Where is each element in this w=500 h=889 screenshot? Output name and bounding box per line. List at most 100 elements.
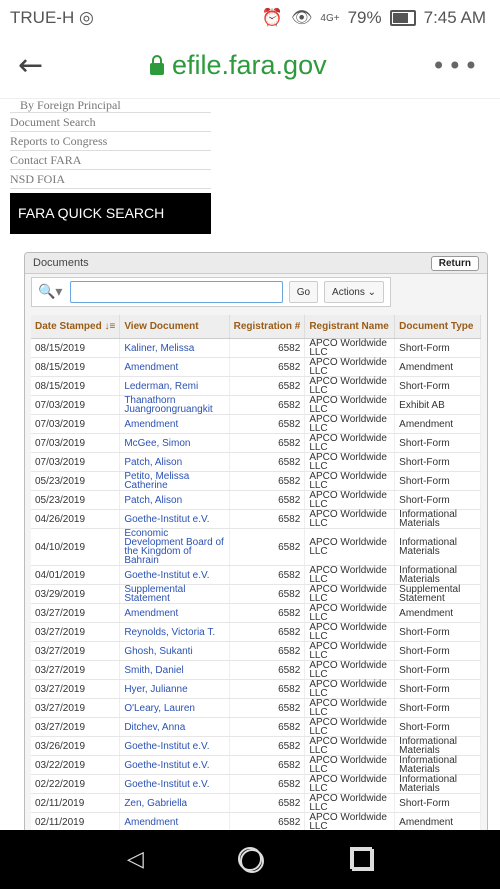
status-icons: ⏰ 👁 4G+ 79% 7:45 AM xyxy=(262,8,486,28)
view-document[interactable]: Petito, Melissa Catherine xyxy=(119,471,230,491)
url-display[interactable]: efile.fara.gov xyxy=(150,50,327,81)
more-icon[interactable]: ••• xyxy=(432,52,480,80)
registrant-name: APCO Worldwide LLC xyxy=(304,433,396,453)
view-document[interactable]: Amendment xyxy=(119,357,230,377)
table-row: 08/15/2019 Lederman, Remi 6582 APCO Worldwi… xyxy=(31,376,481,396)
column-view-document[interactable]: View Document xyxy=(119,315,230,339)
date-stamped: 03/27/2019 xyxy=(31,698,121,718)
view-document[interactable]: Ghosh, Sukanti xyxy=(119,641,230,661)
document-type: Short-Form xyxy=(394,793,481,813)
registration-number: 6582 xyxy=(229,509,306,529)
date-stamped: 05/23/2019 xyxy=(31,471,121,491)
column-registration[interactable]: Registration # xyxy=(229,315,306,339)
battery-icon xyxy=(389,10,416,26)
view-document[interactable]: Kaliner, Melissa xyxy=(119,338,230,358)
document-type: Short-Form xyxy=(394,471,481,491)
table-row: 07/03/2019 Thanathorn Juangroongruangkit 6… xyxy=(31,395,481,415)
registrant-name: APCO Worldwide LLC xyxy=(304,603,396,623)
view-document[interactable]: Smith, Daniel xyxy=(119,660,230,680)
documents-table: Date Stamped ↓≡ View Document Registrati… xyxy=(31,315,481,851)
view-document[interactable]: Patch, Alison xyxy=(119,452,230,472)
registration-number: 6582 xyxy=(229,622,306,642)
date-stamped: 03/27/2019 xyxy=(31,603,121,623)
view-document[interactable]: Amendment xyxy=(119,414,230,434)
view-document[interactable]: Goethe-Institut e.V. xyxy=(119,774,230,794)
column-document-type[interactable]: Document Type xyxy=(394,315,481,339)
document-type: Informational Materials xyxy=(394,509,481,529)
column-registrant-name[interactable]: Registrant Name xyxy=(304,315,396,339)
view-document[interactable]: Goethe-Institut e.V. xyxy=(119,736,230,756)
view-document[interactable]: Thanathorn Juangroongruangkit xyxy=(119,395,230,415)
document-type: Supplemental Statement xyxy=(394,584,481,604)
date-stamped: 08/15/2019 xyxy=(31,357,121,377)
registration-number: 6582 xyxy=(229,603,306,623)
view-document[interactable]: McGee, Simon xyxy=(119,433,230,453)
view-document[interactable]: Goethe-Institut e.V. xyxy=(119,755,230,775)
document-type: Informational Materials xyxy=(394,565,481,585)
view-document[interactable]: Goethe-Institut e.V. xyxy=(119,509,230,529)
view-document[interactable]: Patch, Alison xyxy=(119,490,230,510)
registration-number: 6582 xyxy=(229,528,306,566)
view-document[interactable]: O'Leary, Lauren xyxy=(119,698,230,718)
document-type: Short-Form xyxy=(394,660,481,680)
table-row: 04/01/2019 Goethe-Institut e.V. 6582 APCO W… xyxy=(31,565,481,585)
view-document[interactable]: Amendment xyxy=(119,812,230,832)
view-document[interactable]: Supplemental Statement xyxy=(119,584,230,604)
registration-number: 6582 xyxy=(229,395,306,415)
view-document[interactable]: Goethe-Institut e.V. xyxy=(119,565,230,585)
status-bar: TRUE-H ◎ ⏰ 👁 4G+ 79% 7:45 AM xyxy=(0,0,500,36)
nav-item-contact-fara[interactable]: Contact FARA xyxy=(10,151,211,170)
registrant-name: APCO Worldwide LLC xyxy=(304,584,396,604)
view-document[interactable]: Hyer, Julianne xyxy=(119,679,230,699)
view-document[interactable]: Zen, Gabriella xyxy=(119,793,230,813)
registrant-name: APCO Worldwide LLC xyxy=(304,490,396,510)
registration-number: 6582 xyxy=(229,452,306,472)
table-row: 03/27/2019 Reynolds, Victoria T. 6582 APCO … xyxy=(31,622,481,642)
view-document[interactable]: Economic Development Board of the Kingdo… xyxy=(119,528,230,566)
return-button[interactable]: Return xyxy=(430,255,479,271)
date-stamped: 03/27/2019 xyxy=(31,717,121,737)
date-stamped: 04/10/2019 xyxy=(31,528,121,566)
region-header: Documents Return xyxy=(25,253,487,274)
table-row: 02/11/2019 Zen, Gabriella 6582 APCO Worldwi… xyxy=(31,793,481,813)
registration-number: 6582 xyxy=(229,357,306,377)
date-stamped: 08/15/2019 xyxy=(31,338,121,358)
table-row: 05/23/2019 Patch, Alison 6582 APCO Worldwid… xyxy=(31,490,481,510)
registration-number: 6582 xyxy=(229,812,306,832)
time: 7:45 AM xyxy=(423,8,486,27)
nav-item-by-foreign-principal[interactable]: By Foreign Principal xyxy=(10,98,211,113)
home-circle-icon[interactable] xyxy=(238,847,264,873)
view-document[interactable]: Lederman, Remi xyxy=(119,376,230,396)
document-type: Amendment xyxy=(394,357,481,377)
registrant-name: APCO Worldwide LLC xyxy=(304,736,396,756)
view-document[interactable]: Amendment xyxy=(119,603,230,623)
table-row: 03/29/2019 Supplemental Statement 6582 APCO… xyxy=(31,584,481,604)
registrant-name: APCO Worldwide LLC xyxy=(304,717,396,737)
go-button[interactable]: Go xyxy=(288,281,319,303)
nav-item-reports-to-congress[interactable]: Reports to Congress xyxy=(10,132,211,151)
search-icon[interactable]: 🔍▾ xyxy=(38,284,64,300)
search-input[interactable] xyxy=(69,281,283,303)
registrant-name: APCO Worldwide LLC xyxy=(304,509,396,529)
document-type: Short-Form xyxy=(394,622,481,642)
back-triangle-icon[interactable]: ◁ xyxy=(127,847,144,872)
nav-item-document-search[interactable]: Document Search xyxy=(10,113,211,132)
nav-item-nsd-foia[interactable]: NSD FOIA xyxy=(10,170,211,189)
instagram-icon: ◎ xyxy=(78,8,94,27)
registration-number: 6582 xyxy=(229,717,306,737)
eye-icon: 👁 xyxy=(290,8,313,27)
recent-apps-icon[interactable] xyxy=(350,847,374,871)
registration-number: 6582 xyxy=(229,736,306,756)
document-type: Short-Form xyxy=(394,452,481,472)
date-stamped: 07/03/2019 xyxy=(31,414,121,434)
date-stamped: 07/03/2019 xyxy=(31,395,121,415)
signal-icon: 4G+ xyxy=(320,12,340,24)
document-type: Informational Materials xyxy=(394,774,481,794)
view-document[interactable]: Reynolds, Victoria T. xyxy=(119,622,230,642)
table-row: 03/22/2019 Goethe-Institut e.V. 6582 APCO W… xyxy=(31,755,481,775)
column-date-stamped[interactable]: Date Stamped ↓≡ xyxy=(31,315,121,339)
date-stamped: 08/15/2019 xyxy=(31,376,121,396)
actions-button[interactable]: Actions ⌄ xyxy=(324,281,384,303)
back-arrow-icon[interactable]: ← xyxy=(18,48,43,83)
view-document[interactable]: Ditchev, Anna xyxy=(119,717,230,737)
